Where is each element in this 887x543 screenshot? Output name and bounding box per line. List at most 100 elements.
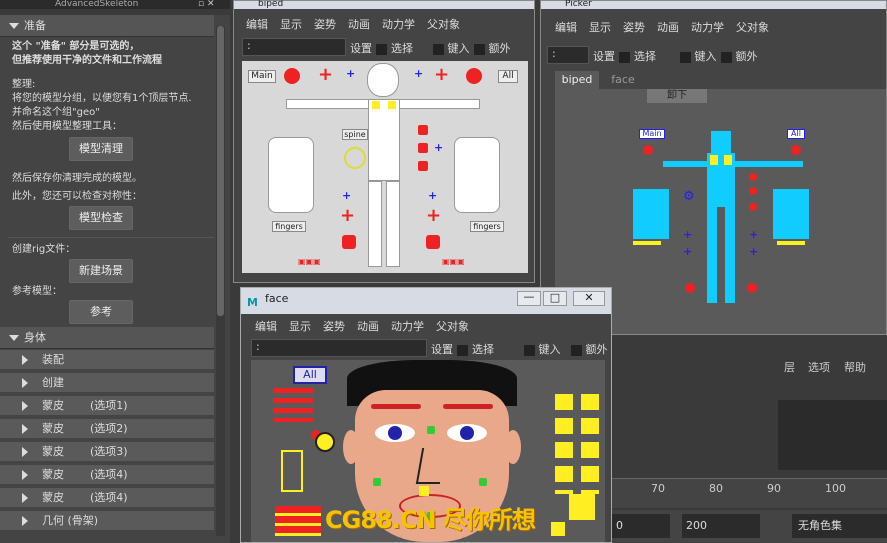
model-clean-button[interactable]: 模型清理	[69, 137, 133, 161]
menu-display[interactable]: 显示	[280, 18, 302, 31]
brow-r[interactable]	[443, 404, 493, 409]
menu-anim[interactable]: 动画	[657, 21, 679, 34]
row-rig[interactable]: 装配	[0, 350, 214, 371]
lip-bars-l[interactable]	[275, 506, 321, 536]
all-label[interactable]: All	[498, 70, 518, 83]
range-end-field[interactable]: 200	[682, 514, 760, 538]
menu-dynamics[interactable]: 动力学	[691, 21, 724, 34]
all-label[interactable]: All	[293, 366, 327, 384]
setup-button[interactable]: 设置	[350, 42, 372, 55]
menu-parent[interactable]: 父对象	[427, 18, 460, 31]
character-set-select[interactable]: 无角色集	[792, 514, 887, 538]
biped-foot-ik-r[interactable]	[426, 235, 440, 249]
picker-head[interactable]	[711, 131, 731, 153]
extra-checkbox[interactable]	[473, 43, 485, 55]
unload-button[interactable]: 卸下	[647, 89, 707, 103]
biped-hand-r[interactable]	[454, 137, 500, 213]
tab-face[interactable]: face	[603, 71, 643, 89]
biped-red-plus-4[interactable]: +	[426, 205, 441, 226]
biped-hand-l[interactable]	[268, 137, 314, 213]
cheek-control-r[interactable]	[479, 478, 487, 486]
brow-bars-l[interactable]	[273, 388, 313, 422]
pupil-l[interactable]	[388, 426, 402, 440]
key-checkbox[interactable]	[432, 43, 444, 55]
row-skin-2[interactable]: 蒙皮 (选项2)	[0, 419, 214, 440]
biped-leg-r[interactable]	[386, 181, 400, 267]
biped-red-plus-1[interactable]: +	[318, 64, 333, 85]
biped-toe-controls-l[interactable]: ▣▣▣	[298, 257, 321, 266]
spine-label[interactable]: spine	[342, 129, 368, 140]
select-checkbox[interactable]	[457, 344, 468, 356]
ear-r[interactable]	[505, 430, 521, 464]
picker-plus-2[interactable]: +	[683, 245, 692, 258]
tongue-slider[interactable]	[281, 450, 303, 492]
biped-torso[interactable]	[368, 99, 400, 181]
picker-hand-r[interactable]	[773, 189, 809, 239]
biped-blue-plus-4[interactable]: +	[342, 189, 351, 202]
biped-blue-plus-3[interactable]: +	[434, 141, 443, 154]
biped-pole-1[interactable]	[418, 125, 428, 135]
menu-options[interactable]: 选项	[808, 359, 830, 375]
face-namespace-select[interactable]: :	[251, 339, 427, 357]
model-check-button[interactable]: 模型检查	[69, 206, 133, 230]
picker-plus-4[interactable]: +	[749, 245, 758, 258]
minimize-button[interactable]: —	[517, 291, 541, 306]
eyelid-control[interactable]	[427, 426, 435, 434]
biped-pole-3[interactable]	[418, 161, 428, 171]
picker-pole-2[interactable]	[749, 187, 757, 195]
menu-parent[interactable]: 父对象	[736, 21, 769, 34]
brow-l[interactable]	[371, 404, 421, 409]
setup-button[interactable]: 设置	[431, 343, 453, 356]
menu-pose[interactable]: 姿势	[623, 21, 645, 34]
key-checkbox[interactable]	[523, 344, 535, 356]
biped-namespace-select[interactable]: :	[242, 38, 346, 56]
picker-hand-bar-l[interactable]	[633, 241, 661, 245]
menu-edit[interactable]: 编辑	[246, 18, 268, 31]
menu-dynamics[interactable]: 动力学	[382, 18, 415, 31]
menu-anim[interactable]: 动画	[357, 320, 379, 333]
new-scene-button[interactable]: 新建场景	[69, 259, 133, 283]
biped-foot-ik-l[interactable]	[342, 235, 356, 249]
main-red-circle-r[interactable]	[466, 68, 482, 84]
menu-layer[interactable]: 层	[784, 359, 795, 375]
biped-pole-2[interactable]	[418, 143, 428, 153]
face-square-bottom[interactable]	[551, 522, 565, 536]
row-skin-1[interactable]: 蒙皮 (选项1)	[0, 396, 214, 417]
scrollbar-thumb[interactable]	[217, 26, 224, 316]
picker-hand-bar-r[interactable]	[777, 241, 805, 245]
menu-display[interactable]: 显示	[289, 320, 311, 333]
biped-red-plus-2[interactable]: +	[434, 64, 449, 85]
picker-pole-1[interactable]	[749, 173, 757, 181]
menu-help[interactable]: 帮助	[844, 359, 866, 375]
picker-plus-1[interactable]: +	[683, 228, 692, 241]
setup-button[interactable]: 设置	[593, 50, 615, 63]
biped-blue-plus-1[interactable]: +	[346, 67, 355, 80]
biped-red-plus-3[interactable]: +	[340, 205, 355, 226]
picker-pole-3[interactable]	[749, 203, 757, 211]
row-skin-5[interactable]: 蒙皮 (选项4)	[0, 488, 214, 509]
main-label[interactable]: Main	[248, 70, 276, 83]
picker-hand-l[interactable]	[633, 189, 669, 239]
mouth-yellow-control[interactable]	[419, 486, 429, 496]
picker-shoulder-l[interactable]	[710, 155, 718, 165]
select-checkbox[interactable]	[619, 51, 630, 63]
main-control[interactable]: Main	[639, 129, 665, 139]
all-control[interactable]: All	[787, 129, 805, 139]
ear-l[interactable]	[343, 430, 359, 464]
jaw-yellow-circle[interactable]	[315, 432, 335, 452]
menu-edit[interactable]: 编辑	[555, 21, 577, 34]
biped-toe-controls-r[interactable]: ▣▣▣	[442, 257, 465, 266]
fingers-label-r[interactable]: fingers	[470, 221, 504, 232]
extra-checkbox[interactable]	[570, 344, 582, 356]
reference-button[interactable]: 参考	[69, 300, 133, 324]
section-prepare[interactable]: 准备	[0, 15, 214, 37]
biped-blue-plus-5[interactable]: +	[428, 189, 437, 202]
menu-parent[interactable]: 父对象	[436, 320, 469, 333]
select-checkbox[interactable]	[376, 43, 387, 55]
biped-shoulder-r[interactable]	[388, 101, 396, 109]
menu-dynamics[interactable]: 动力学	[391, 320, 424, 333]
menu-display[interactable]: 显示	[589, 21, 611, 34]
picker-shoulder-r[interactable]	[724, 155, 732, 165]
pupil-r[interactable]	[460, 426, 474, 440]
picker-gear-icon[interactable]: ⚙	[683, 189, 695, 204]
